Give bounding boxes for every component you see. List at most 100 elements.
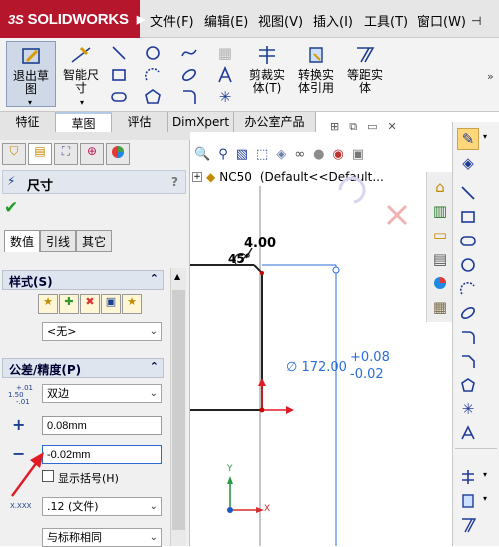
feature-manager-tab[interactable]: ⛉: [2, 143, 26, 165]
style-group-header[interactable]: 样式(S) ⌃: [2, 270, 164, 290]
polygon-icon[interactable]: [457, 374, 479, 396]
style-buttons: ★ ✚ ✖ ▣ ★: [38, 294, 142, 314]
ellipse-icon[interactable]: [180, 66, 198, 84]
top-dimension[interactable]: 4.00: [244, 236, 276, 251]
dimension-icon: ⚡: [7, 174, 16, 188]
config-manager-tab[interactable]: ⛶: [54, 143, 78, 165]
graphics-area[interactable]: 🔍 ⚲ ▧ ⬚ ◈ ∞ ● ◉ ▣ + ◆ NC50 (Default<<Def…: [190, 140, 452, 546]
dimxpert-manager-tab[interactable]: ⊕: [80, 143, 104, 165]
line-icon[interactable]: [457, 182, 479, 204]
convert-entities-icon[interactable]: [457, 490, 479, 512]
apply-style-icon[interactable]: ★: [38, 294, 58, 314]
tab-sketch[interactable]: 草图: [56, 112, 112, 132]
ellipse-icon[interactable]: [457, 302, 479, 324]
primary-precision-value: .12 (文件): [47, 500, 99, 513]
tab-dimxpert[interactable]: DimXpert: [168, 112, 234, 132]
angle-dimension[interactable]: 45°: [228, 252, 251, 266]
smart-dim-icon[interactable]: ◈: [457, 152, 479, 174]
tolerance-precision-select[interactable]: 与标称相同 ⌄: [42, 528, 162, 547]
menu-file[interactable]: 文件(F): [150, 14, 194, 32]
rectangle-icon[interactable]: [110, 66, 128, 84]
ok-checkmark-icon[interactable]: ✔: [4, 198, 18, 218]
text-icon[interactable]: [457, 422, 479, 444]
offset-icon[interactable]: [457, 514, 479, 536]
add-style-icon[interactable]: ✚: [59, 294, 79, 314]
arc-icon[interactable]: [457, 278, 479, 300]
delete-style-icon[interactable]: ✖: [80, 294, 100, 314]
chevron-down-icon[interactable]: ▾: [28, 98, 32, 107]
chevron-down-icon[interactable]: ▾: [483, 470, 487, 479]
menu-tools[interactable]: 工具(T): [364, 14, 408, 32]
menu-view[interactable]: 视图(V): [258, 14, 303, 32]
fillet-icon[interactable]: [180, 88, 198, 106]
arc-icon[interactable]: [144, 66, 162, 84]
tile-icon[interactable]: ⊞: [330, 120, 349, 133]
style-select[interactable]: <无> ⌄: [42, 322, 162, 341]
tab-value[interactable]: 数值: [4, 230, 40, 252]
polygon-icon[interactable]: [144, 88, 162, 106]
upper-tolerance-input[interactable]: [42, 416, 162, 435]
primary-precision-select[interactable]: .12 (文件) ⌄: [42, 497, 162, 516]
trim-entities-button[interactable]: 剪裁实体(T): [244, 43, 290, 95]
menu-window[interactable]: 窗口(W): [417, 14, 466, 32]
scrollbar-thumb[interactable]: [172, 290, 185, 530]
help-button[interactable]: ?: [171, 175, 178, 189]
lower-tolerance-input[interactable]: [42, 445, 162, 464]
line-icon[interactable]: [110, 44, 128, 62]
tolerance-type-select[interactable]: 双边 ⌄: [42, 384, 162, 403]
point-icon[interactable]: ✳: [216, 88, 234, 106]
trim-icon[interactable]: [457, 466, 479, 488]
tab-other[interactable]: 其它: [76, 230, 112, 252]
offset-entities-button[interactable]: 等距实体: [342, 43, 388, 95]
chevron-down-icon[interactable]: ▾: [80, 98, 84, 107]
display-manager-tab[interactable]: [106, 143, 130, 165]
custom-properties-icon[interactable]: ▦: [429, 296, 451, 318]
convert-entities-button[interactable]: 转换实体引用: [292, 43, 340, 95]
circle-icon[interactable]: [457, 254, 479, 276]
menu-insert[interactable]: 插入(I): [313, 14, 353, 32]
menu-edit[interactable]: 编辑(E): [204, 14, 248, 32]
file-explorer-icon[interactable]: ▭: [429, 224, 451, 246]
tolerance-group-header[interactable]: 公差/精度(P) ⌃: [2, 358, 164, 378]
text-icon[interactable]: [216, 65, 234, 84]
scroll-up-icon[interactable]: ▲: [174, 272, 180, 281]
tab-leaders[interactable]: 引线: [40, 230, 76, 252]
view-palette-icon[interactable]: ▤: [429, 248, 451, 270]
chevron-down-icon[interactable]: ▾: [483, 494, 487, 503]
restore-icon[interactable]: ⧉: [349, 120, 367, 133]
chamfer-icon[interactable]: [457, 350, 479, 372]
trim-icon: [254, 43, 280, 67]
panel-title: 尺寸: [27, 179, 54, 194]
tab-features[interactable]: 特征: [0, 112, 56, 132]
close-icon[interactable]: ✕: [387, 120, 406, 133]
minimize-icon[interactable]: ▭: [367, 120, 387, 133]
solidworks-logo[interactable]: 3S SOLIDWORKS ▶: [0, 0, 145, 38]
panel-scrollbar[interactable]: ▲: [170, 268, 186, 546]
spline-icon[interactable]: [180, 44, 198, 62]
rectangle-icon[interactable]: [457, 206, 479, 228]
collapse-icon[interactable]: ⌃: [150, 360, 159, 373]
tab-office-products[interactable]: 办公室产品: [234, 112, 316, 132]
design-library-icon[interactable]: ▥: [429, 200, 451, 222]
save-style-icon[interactable]: ▣: [101, 294, 121, 314]
property-manager-tab[interactable]: ▤: [28, 143, 52, 165]
circle-icon[interactable]: [144, 44, 162, 62]
smart-dimension-button[interactable]: 智能尺寸: [58, 43, 104, 95]
chevron-right-icon[interactable]: »: [487, 70, 494, 83]
slot-icon[interactable]: [110, 88, 128, 106]
sketch-icon[interactable]: ✎: [457, 128, 479, 150]
load-style-icon[interactable]: ★: [122, 294, 142, 314]
diameter-dimension[interactable]: ∅ 172.00: [286, 360, 347, 375]
home-icon[interactable]: ⌂: [429, 176, 451, 198]
slot-icon[interactable]: [457, 230, 479, 252]
plane-icon[interactable]: ▦: [216, 44, 234, 62]
pin-icon[interactable]: ⊣: [471, 14, 481, 28]
chevron-down-icon: ⌄: [149, 326, 158, 337]
chevron-down-icon[interactable]: ▾: [483, 132, 487, 141]
window-controls[interactable]: ⊞⧉▭✕: [330, 120, 407, 134]
point-icon[interactable]: ✳: [457, 398, 479, 420]
fillet-icon[interactable]: [457, 326, 479, 348]
collapse-icon[interactable]: ⌃: [150, 272, 159, 285]
tab-evaluate[interactable]: 评估: [112, 112, 168, 132]
appearances-icon[interactable]: [429, 272, 451, 294]
